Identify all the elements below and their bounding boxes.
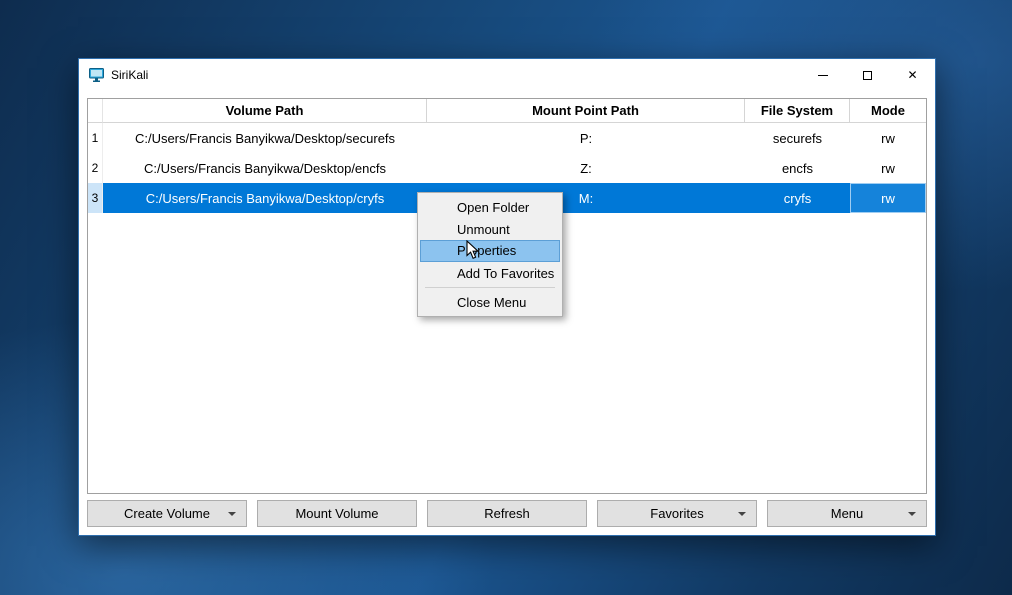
- favorites-label: Favorites: [650, 506, 703, 521]
- menu-item-properties[interactable]: Properties: [420, 240, 560, 262]
- button-bar: Create Volume Mount Volume Refresh Favor…: [87, 500, 927, 527]
- file-system-cell[interactable]: cryfs: [745, 183, 850, 213]
- row-number[interactable]: 2: [88, 153, 103, 183]
- menu-item-close-menu[interactable]: Close Menu: [420, 291, 560, 313]
- refresh-label: Refresh: [484, 506, 530, 521]
- minimize-icon: [818, 75, 828, 76]
- titlebar[interactable]: SiriKali ✕: [79, 59, 935, 91]
- mount-volume-button[interactable]: Mount Volume: [257, 500, 417, 527]
- column-header-file-system[interactable]: File System: [745, 99, 850, 123]
- column-header-volume-path[interactable]: Volume Path: [103, 99, 427, 123]
- menu-item-open-folder[interactable]: Open Folder: [420, 196, 560, 218]
- file-system-cell[interactable]: securefs: [745, 123, 850, 153]
- window-title: SiriKali: [111, 68, 148, 82]
- volume-path-cell[interactable]: C:/Users/Francis Banyikwa/Desktop/encfs: [103, 153, 427, 183]
- context-menu: Open Folder Unmount Properties Add To Fa…: [417, 192, 563, 317]
- volume-path-cell[interactable]: C:/Users/Francis Banyikwa/Desktop/secure…: [103, 123, 427, 153]
- mode-cell[interactable]: rw: [850, 153, 926, 183]
- row-number[interactable]: 1: [88, 123, 103, 153]
- table-header: Volume Path Mount Point Path File System…: [88, 99, 926, 123]
- table-row[interactable]: 1 C:/Users/Francis Banyikwa/Desktop/secu…: [88, 123, 926, 153]
- dropdown-arrow-icon: [738, 512, 746, 516]
- dropdown-arrow-icon: [228, 512, 236, 516]
- mouse-cursor-icon: [466, 240, 480, 265]
- table-row[interactable]: 2 C:/Users/Francis Banyikwa/Desktop/encf…: [88, 153, 926, 183]
- file-system-cell[interactable]: encfs: [745, 153, 850, 183]
- menu-item-unmount[interactable]: Unmount: [420, 218, 560, 240]
- row-number-header: [88, 99, 103, 123]
- column-header-mode[interactable]: Mode: [850, 99, 926, 123]
- mode-cell[interactable]: rw: [850, 123, 926, 153]
- close-button[interactable]: ✕: [890, 59, 935, 91]
- close-icon: ✕: [907, 69, 917, 81]
- refresh-button[interactable]: Refresh: [427, 500, 587, 527]
- window-controls: ✕: [800, 59, 935, 91]
- mount-volume-label: Mount Volume: [295, 506, 378, 521]
- volume-path-cell[interactable]: C:/Users/Francis Banyikwa/Desktop/cryfs: [103, 183, 427, 213]
- favorites-button[interactable]: Favorites: [597, 500, 757, 527]
- column-header-mount-point-path[interactable]: Mount Point Path: [427, 99, 745, 123]
- row-number[interactable]: 3: [88, 183, 103, 213]
- create-volume-label: Create Volume: [124, 506, 210, 521]
- create-volume-button[interactable]: Create Volume: [87, 500, 247, 527]
- menu-item-add-to-favorites[interactable]: Add To Favorites: [420, 262, 560, 284]
- dropdown-arrow-icon: [908, 512, 916, 516]
- desktop-background: SiriKali ✕ Volume Path Mount Point Path …: [0, 0, 1012, 595]
- menu-button[interactable]: Menu: [767, 500, 927, 527]
- mode-cell[interactable]: rw: [850, 183, 926, 213]
- sirikali-app-icon: [89, 67, 105, 83]
- mount-point-cell[interactable]: P:: [427, 123, 745, 153]
- minimize-button[interactable]: [800, 59, 845, 91]
- maximize-icon: [863, 71, 872, 80]
- mount-point-cell[interactable]: Z:: [427, 153, 745, 183]
- menu-separator: [425, 287, 555, 288]
- menu-label: Menu: [831, 506, 864, 521]
- maximize-button[interactable]: [845, 59, 890, 91]
